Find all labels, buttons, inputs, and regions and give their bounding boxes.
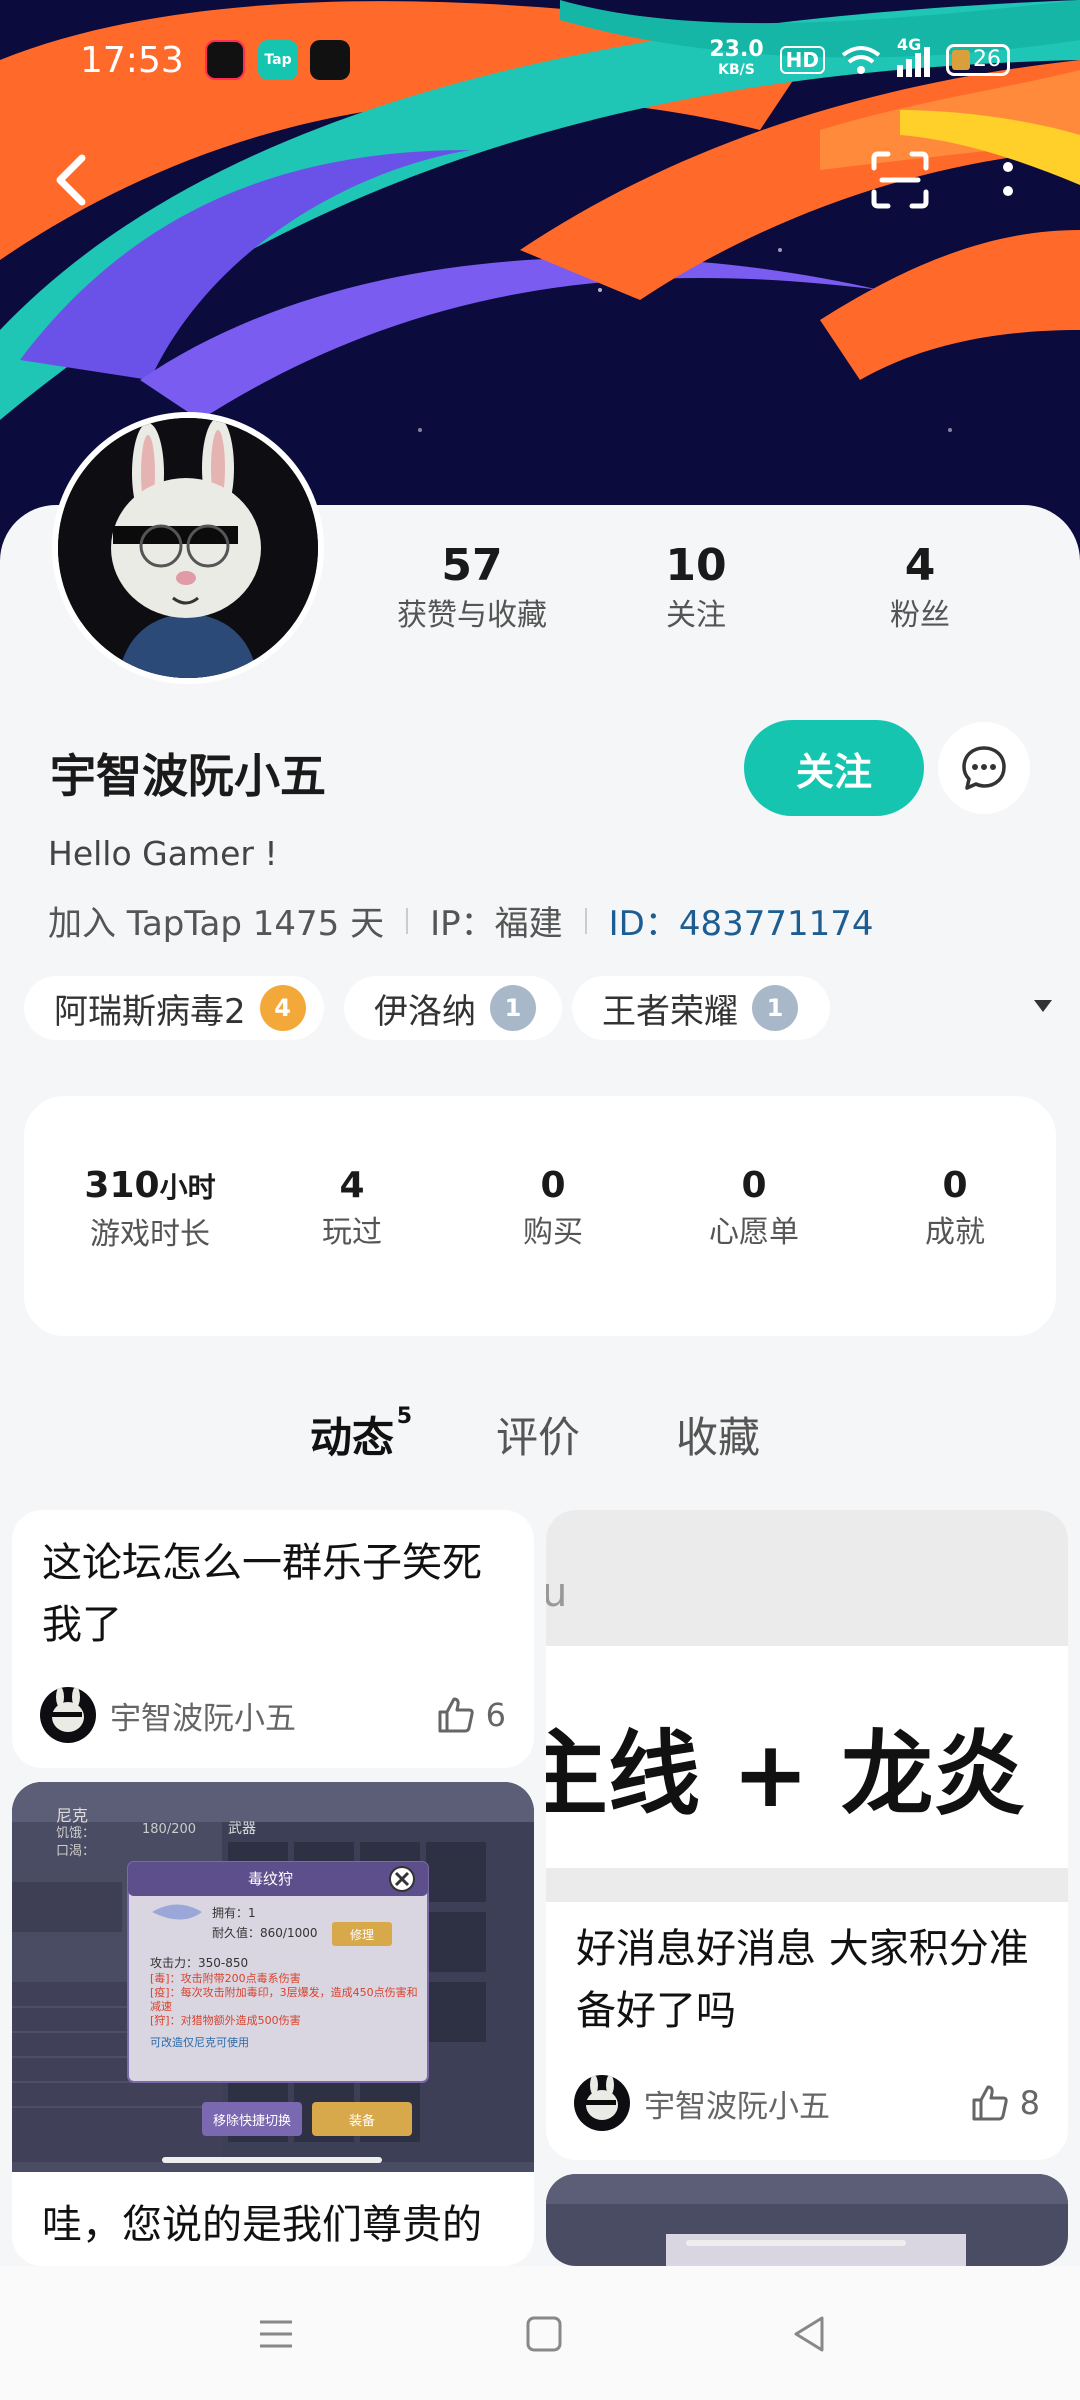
back-triangle-icon (794, 2316, 824, 2352)
more-vertical-icon (1003, 162, 1013, 196)
stat-played[interactable]: 4 玩过 (252, 1162, 452, 1256)
remove-shortcut-button: 移除快捷切换 (212, 2114, 291, 2129)
chevron-left-icon (56, 154, 86, 206)
author-avatar[interactable] (40, 1687, 96, 1743)
level-badge-icon: 4 (259, 985, 306, 1031)
nav-home-button[interactable] (514, 2304, 574, 2364)
like-button[interactable]: 8 (970, 2084, 1040, 2122)
stat-likes[interactable]: 57 获赞与收藏 (392, 538, 552, 638)
tab-reviews[interactable]: 评价 (496, 1404, 580, 1465)
post-title: 这论坛怎么一群乐子笑死我了 (42, 1540, 482, 1648)
join-info: 加入 TapTap 1475 天 (48, 904, 385, 944)
username: 宇智波阮小五 (50, 749, 326, 803)
wifi-icon (841, 46, 881, 74)
stat-purchased[interactable]: 0 购买 (453, 1162, 653, 1256)
rabbit-avatar-image (58, 418, 318, 678)
scan-icon (871, 151, 929, 209)
author-name[interactable]: 宇智波阮小五 (644, 2081, 970, 2126)
stat-playtime[interactable]: 310小时 游戏时长 (50, 1162, 250, 1258)
ip-info: IP：福建 (430, 904, 563, 944)
post-card-3[interactable]: 尼克 饥饿： 180/200 口渴： 武器 毒纹狩 拥有：1 耐久值：860/1… (12, 1782, 534, 2266)
nav-menu-button[interactable] (246, 2304, 306, 2364)
chat-bubble-icon (962, 746, 1006, 790)
post-card-1[interactable]: 这论坛怎么一群乐子笑死我了 宇智波阮小五 6 (12, 1510, 534, 1768)
user-id[interactable]: ID：483771174 (609, 896, 874, 945)
status-bar: 17:53 Tap 23.0 KB/S HD 4G 26 (0, 0, 1080, 110)
level-badge-icon: 1 (490, 985, 536, 1031)
net-speed: 23.0 KB/S (709, 37, 764, 79)
divider (406, 907, 409, 934)
scan-button[interactable] (860, 140, 940, 220)
avatar[interactable] (52, 412, 324, 684)
tab-feed[interactable]: 动态 5 (310, 1404, 412, 1465)
divider (584, 907, 587, 934)
author-avatar[interactable] (574, 2075, 630, 2131)
post-image: 尼克 饥饿： 180/200 口渴： 武器 毒纹狩 拥有：1 耐久值：860/1… (12, 1782, 534, 2172)
tag-game-3[interactable]: 王者荣耀 1 (572, 976, 830, 1040)
author-name[interactable]: 宇智波阮小五 (110, 1693, 436, 1738)
post-image (546, 2174, 1068, 2266)
post-title: 哇，您说的是我们尊贵的 (42, 2202, 482, 2248)
stat-wishlist[interactable]: 0 心愿单 (654, 1162, 854, 1256)
thumbs-up-icon (972, 2085, 1008, 2121)
like-button[interactable]: 6 (436, 1696, 506, 1734)
status-time: 17:53 (80, 40, 184, 81)
stat-followers[interactable]: 4 粉丝 (860, 538, 980, 638)
back-button[interactable] (30, 140, 110, 220)
tag-game-1[interactable]: 阿瑞斯病毒2 4 (24, 976, 324, 1040)
expand-tags-icon[interactable] (1034, 1000, 1052, 1012)
menu-icon (260, 2320, 292, 2348)
home-square-icon (526, 2316, 562, 2352)
taptap-icon: Tap (258, 40, 298, 80)
hd-badge: HD (779, 46, 825, 74)
game-tags: 阿瑞斯病毒2 4 伊洛纳 1 王者荣耀 1 (24, 976, 1064, 1040)
stat-achievements[interactable]: 0 成就 (855, 1162, 1055, 1256)
tag-game-2[interactable]: 伊洛纳 1 (344, 976, 562, 1040)
game-stats-panel: 310小时 游戏时长 4 玩过 0 购买 0 心愿单 0 成就 (24, 1096, 1056, 1336)
tab-favorites[interactable]: 收藏 (676, 1404, 760, 1465)
level-badge-icon: 1 (752, 985, 798, 1031)
post-card-4[interactable] (546, 2174, 1068, 2266)
system-nav-bar (0, 2266, 1080, 2400)
post-card-2[interactable]: u 主线 + 龙炎 好消息好消息 大家积分准备好了吗 宇智波阮小五 8 (546, 1510, 1068, 2160)
bio: Hello Gamer ! (48, 834, 278, 873)
profile-meta: 加入 TapTap 1475 天 IP：福建 ID：483771174 (48, 896, 874, 945)
more-button[interactable] (968, 140, 1048, 220)
post-title: 好消息好消息 大家积分准备好了吗 (576, 1926, 1029, 2034)
nav-back-button[interactable] (780, 2304, 840, 2364)
post-image: u 主线 + 龙炎 (546, 1510, 1068, 1902)
douyin-icon (310, 40, 350, 80)
equip-button: 装备 (348, 2114, 375, 2129)
follow-button[interactable]: 关注 (744, 720, 924, 816)
cellular-signal-icon: 4G (897, 35, 930, 77)
profile-tabs: 动态 5 评价 收藏 (0, 1404, 1080, 1484)
battery-icon: 26 (946, 44, 1010, 76)
douyin-lite-icon (205, 40, 245, 80)
thumbs-up-icon (438, 1697, 474, 1733)
message-button[interactable] (938, 722, 1030, 814)
stat-following[interactable]: 10 关注 (636, 538, 756, 638)
